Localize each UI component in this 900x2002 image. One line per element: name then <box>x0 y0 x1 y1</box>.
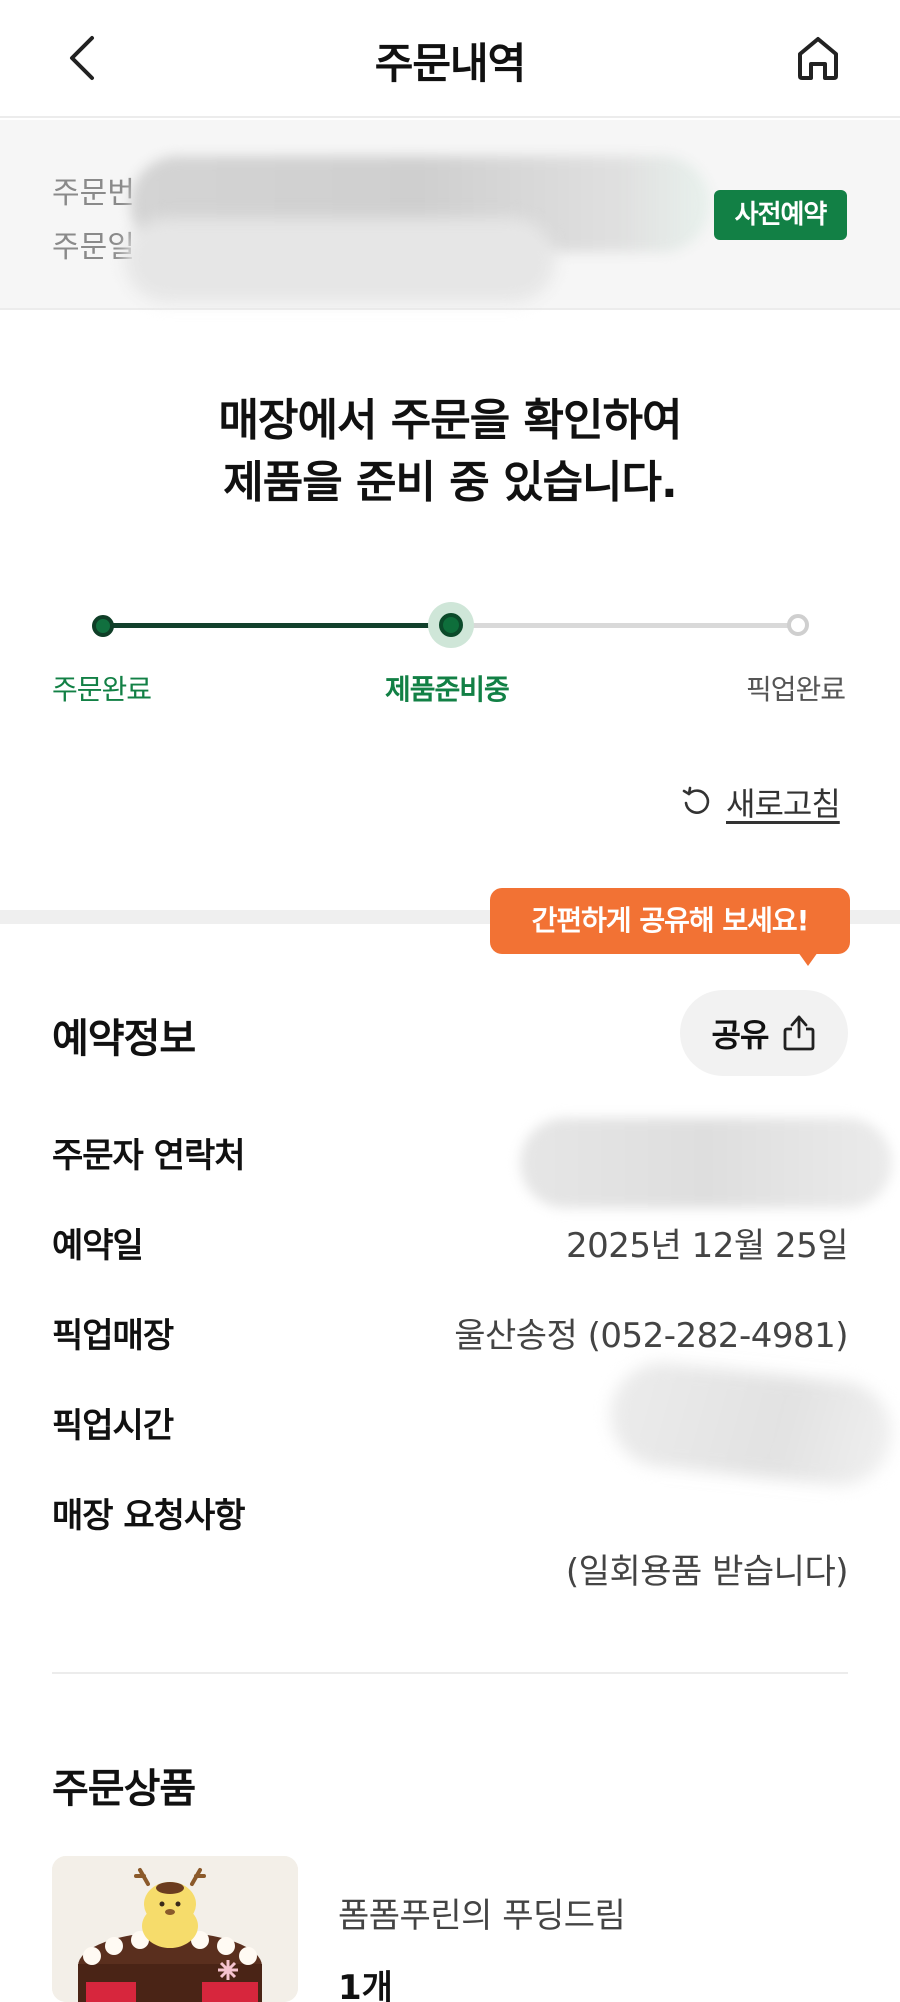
pickup-store-value: 울산송정 (052-282-4981) <box>454 1316 848 1356</box>
pickup-time-label: 픽업시간 <box>52 1406 174 1446</box>
page-title: 주문내역 <box>374 39 527 88</box>
tooltip-tail <box>798 952 818 966</box>
refresh-button[interactable]: 새로고침 <box>680 778 841 826</box>
share-tooltip-text: 간편하게 공유해 보세요! <box>531 904 810 937</box>
status-message-line2: 제품을 준비 중 있습니다. <box>223 457 677 508</box>
contact-label: 주문자 연락처 <box>52 1136 246 1176</box>
step-dot-complete <box>92 615 114 637</box>
home-icon <box>798 37 838 80</box>
store-request-label: 매장 요청사항 <box>52 1496 246 1536</box>
product-name: 폼폼푸린의 푸딩드림 <box>338 1896 626 1936</box>
share-tooltip: 간편하게 공유해 보세요! <box>490 888 850 966</box>
redacted-order-date <box>125 218 555 302</box>
reservation-title: 예약정보 <box>52 1016 196 1062</box>
order-number-label: 주문번 <box>52 176 135 211</box>
step-dot-pending <box>787 614 809 636</box>
step-label-preparing: 제품준비중 <box>385 673 510 706</box>
status-message-line1: 매장에서 주문을 확인하여 <box>218 395 683 446</box>
product-quantity: 1개 <box>338 1968 393 2002</box>
step-dot-current <box>439 613 463 637</box>
product-image[interactable] <box>52 1856 298 2002</box>
cake-illustration <box>52 1856 298 2002</box>
pickup-store-label: 픽업매장 <box>52 1316 174 1356</box>
share-button[interactable]: 공유 <box>680 990 848 1076</box>
order-date-label: 주문일 <box>52 230 135 265</box>
reservation-date-value: 2025년 12월 25일 <box>565 1226 849 1266</box>
reservation-date-label: 예약일 <box>52 1226 144 1266</box>
step-label-pickup: 픽업완료 <box>746 673 846 706</box>
order-progress: 주문완료 제품준비중 픽업완료 <box>0 600 900 720</box>
order-meta: 주문번 주문일 사전예약 <box>0 120 900 310</box>
progress-track-done <box>102 623 450 628</box>
progress-track-pending <box>450 623 798 628</box>
preorder-badge: 사전예약 <box>714 190 847 240</box>
app-header: 주문내역 <box>0 0 900 118</box>
status-message: 매장에서 주문을 확인하여 제품을 준비 중 있습니다. <box>0 390 900 514</box>
ordered-items-title: 주문상품 <box>52 1766 196 1812</box>
home-button[interactable] <box>790 30 846 86</box>
share-label: 공유 <box>711 1016 770 1054</box>
refresh-icon <box>682 786 710 814</box>
divider <box>52 1672 848 1674</box>
share-icon <box>784 1015 815 1051</box>
store-request-value: (일회용품 받습니다) <box>565 1552 849 1592</box>
redacted-contact <box>520 1118 892 1208</box>
refresh-label: 새로고침 <box>726 785 841 823</box>
redacted-pickup-time <box>605 1357 897 1491</box>
step-label-ordered: 주문완료 <box>52 673 152 706</box>
